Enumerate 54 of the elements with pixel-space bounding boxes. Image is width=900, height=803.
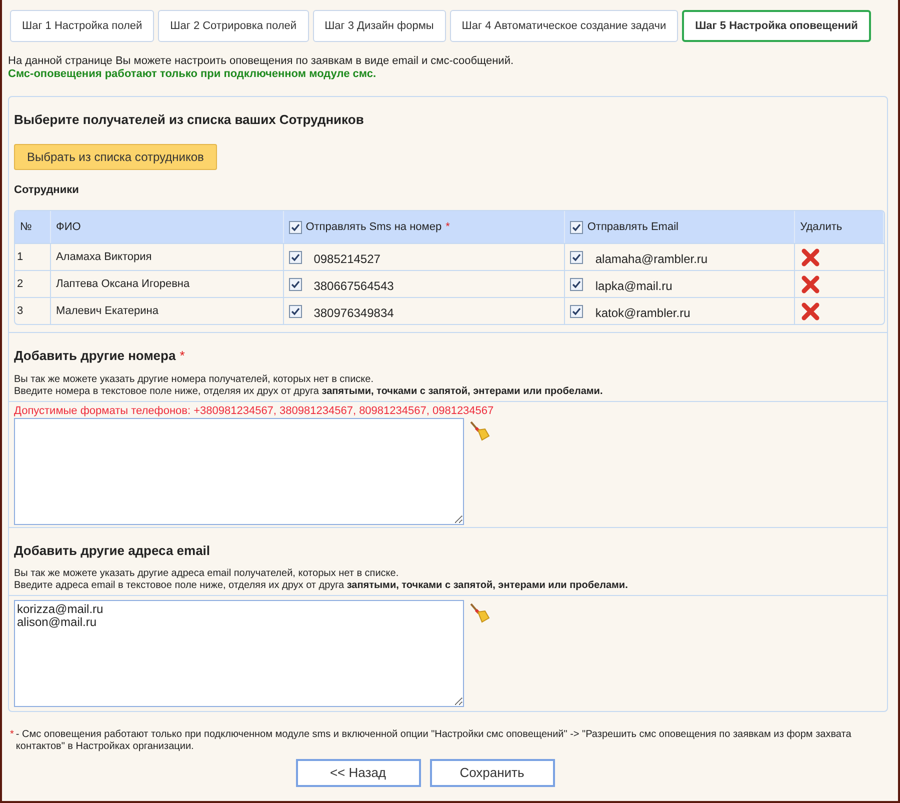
checkbox[interactable]	[570, 220, 584, 234]
table-title: Сотрудники	[14, 182, 80, 198]
section-heading: Выберите получателей из списка ваших Сотрудников	[14, 111, 365, 129]
column-label: №	[20, 220, 32, 235]
required-mark: *	[180, 347, 185, 365]
employee-name: Лаптева Оксана Игоревна	[56, 278, 190, 290]
save-button[interactable]: Сохранить	[430, 759, 554, 787]
row-number: 3	[17, 305, 24, 317]
phone-number: 0985214527	[314, 250, 380, 268]
row-number: 1	[17, 251, 24, 263]
email-address: katok@rambler.ru	[595, 304, 690, 322]
checkbox[interactable]	[288, 304, 302, 318]
phone-number: 380667564543	[314, 278, 394, 294]
delete-icon[interactable]	[801, 274, 820, 294]
required-mark: *	[446, 220, 450, 235]
delete-icon[interactable]	[801, 248, 820, 266]
help-text: Введите номера в текстовое поле ниже, отделяя их друх от друга запятыми, точками с запятой, энтерами или пробелами.	[14, 386, 604, 398]
checkbox[interactable]	[288, 220, 302, 234]
step-tab[interactable]: Шаг 4 Автоматическое создание задачи	[450, 10, 678, 42]
broom-icon[interactable]	[468, 420, 490, 442]
delete-icon[interactable]	[801, 302, 820, 320]
back-button[interactable]: << Назад	[296, 759, 420, 787]
broom-icon[interactable]	[468, 602, 490, 624]
checkbox[interactable]	[288, 250, 302, 264]
step-tab[interactable]: Шаг 1 Настройка полей	[10, 10, 154, 42]
checkbox[interactable]	[570, 250, 584, 264]
column-label: Отправлять Sms на номер	[306, 220, 442, 235]
column-label: Удалить	[800, 220, 842, 235]
intro-text: На данной странице Вы можете настроить оповещения по заявкам в виде email и смс-сообщений.	[8, 55, 515, 68]
section-heading: Добавить другие адреса email	[14, 542, 212, 560]
row-number: 2	[17, 278, 24, 290]
pick-employees-button[interactable]: Выбрать из списка сотрудников	[14, 144, 217, 170]
section-heading: Добавить другие номера	[14, 347, 176, 365]
step-tab[interactable]: Шаг 3 Дизайн формы	[312, 10, 446, 42]
help-text: Вы так же можете указать другие номера получателей, которых нет в списке.	[14, 374, 375, 386]
email-address: alamaha@rambler.ru	[595, 250, 708, 268]
employee-name: Аламаха Виктория	[56, 251, 152, 263]
help-text: Введите адреса email в текстовое поле ниже, отделяя их друх от друга запятыми, точками с запятой, энтерами или пробелами.	[14, 580, 629, 592]
phone-formats-hint: Допустимые форматы телефонов: +380981234567, 380981234567, 80981234567, 0981234567	[14, 404, 495, 418]
emails-textarea[interactable]: korizza@mail.ru alison@mail.ru	[14, 600, 464, 707]
column-label: ФИО	[56, 220, 81, 235]
help-text: Вы так же можете указать другие адреса email получателей, которых нет в списке.	[14, 568, 400, 580]
phone-number: 380976349834	[314, 304, 394, 322]
employee-name: Малевич Екатерина	[56, 305, 158, 317]
checkbox[interactable]	[570, 304, 584, 318]
column-label: Отправлять Email	[587, 220, 678, 235]
footnote-mark: *	[10, 729, 14, 742]
step-tab[interactable]: Шаг 5 Настройка оповещений	[682, 10, 871, 42]
footnote-text: - Смс оповещения работают только при подключенном модуле sms и включенной опции "Настройки смс оповещений" -> "Разрешить смс оповещения по заявкам из форм захвата контактов" в Настройках организации.	[16, 729, 852, 753]
step-tab[interactable]: Шаг 2 Сотрировка полей	[158, 10, 309, 42]
checkbox[interactable]	[288, 278, 302, 290]
sms-warning: Смс-оповещения работают только при подключенном модуле смс.	[8, 68, 378, 81]
checkbox[interactable]	[570, 278, 584, 290]
email-address: lapka@mail.ru	[595, 278, 672, 294]
